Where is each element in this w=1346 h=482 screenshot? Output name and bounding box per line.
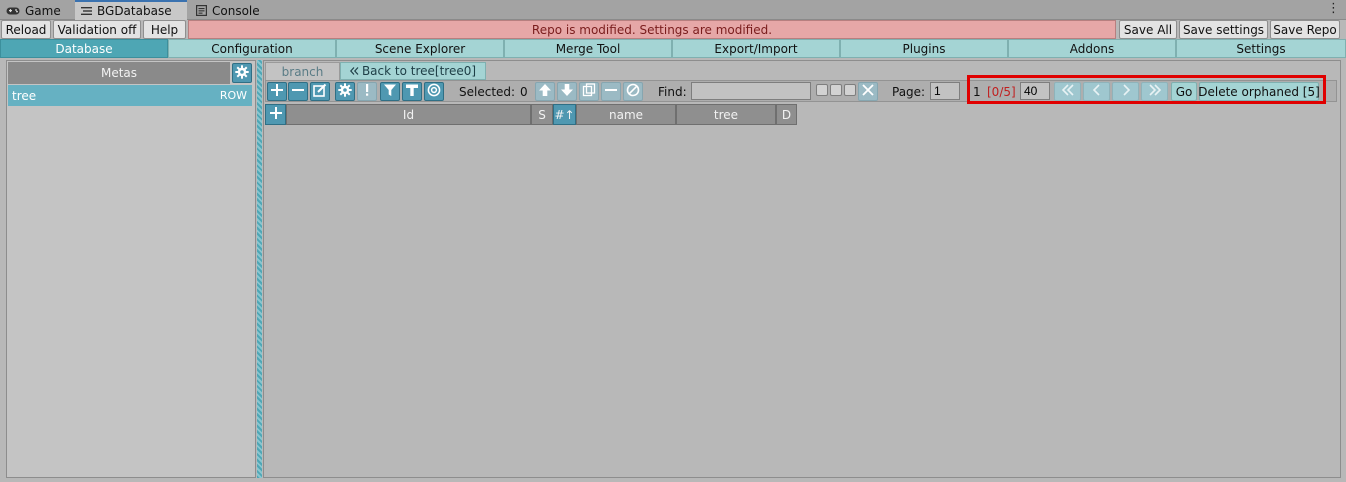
status-banner: Repo is modified. Settings are modified. [188,20,1116,39]
minus-icon [604,83,618,100]
back-to-tree-label: Back to tree[tree0] [361,64,477,78]
delete-row-button[interactable] [288,82,308,101]
block-icon [626,83,640,100]
tab-scene-explorer[interactable]: Scene Explorer [336,39,504,58]
arrow-down-icon [560,83,574,100]
metas-settings-button[interactable] [232,63,252,83]
console-icon [196,5,207,16]
move-down-button[interactable] [557,82,577,101]
validation-toggle-button[interactable]: Validation off [53,20,141,39]
column-header-sort[interactable]: #↑ [553,104,576,125]
page-label: Page: [892,84,926,99]
gear-icon [338,83,352,100]
remove-selected-button[interactable] [601,82,621,101]
add-column-button[interactable] [265,104,286,125]
meta-name: tree [12,88,37,103]
window-tab-bgdatabase[interactable]: BGDatabase [75,0,187,20]
move-up-button[interactable] [535,82,555,101]
t-shape-icon [405,83,419,100]
target-button[interactable] [424,82,444,101]
grid-settings-button[interactable] [335,82,355,101]
window-tab-label: Console [212,3,260,18]
column-header-name[interactable]: name [576,104,676,125]
metas-panel [6,60,256,478]
save-repo-button[interactable]: Save Repo [1270,20,1340,39]
edit-icon [313,83,327,100]
meta-row-tree[interactable]: tree ROW [8,85,252,106]
clear-find-button[interactable] [858,82,878,101]
add-row-button[interactable] [267,82,287,101]
metas-header: Metas [8,62,230,84]
column-header-tree[interactable]: tree [676,104,776,125]
window-tab-label: BGDatabase [97,4,172,18]
exclamation-icon [360,83,374,100]
filter-icon [383,83,397,100]
tab-database[interactable]: Database [0,39,168,58]
more-options-icon[interactable]: ⋮ [1327,2,1340,16]
tab-settings[interactable]: Settings [1176,39,1346,58]
find-option-checkbox-2[interactable] [830,84,842,96]
filter-button[interactable] [380,82,400,101]
window-tab-console[interactable]: Console [190,1,268,20]
find-option-checkbox-1[interactable] [816,84,828,96]
save-settings-button[interactable]: Save settings [1179,20,1268,39]
reload-button[interactable]: Reload [1,20,51,39]
arrow-up-icon [538,83,552,100]
page-input[interactable] [930,82,960,100]
column-header-s[interactable]: S [531,104,553,125]
copy-icon [582,83,596,100]
selected-label: Selected: [459,84,516,99]
back-to-tree-button[interactable]: Back to tree[tree0] [340,62,486,80]
edit-rows-button[interactable] [310,82,330,101]
tab-branch[interactable]: branch [265,62,340,80]
column-header-id[interactable]: Id [286,104,531,125]
save-all-button[interactable]: Save All [1119,20,1177,39]
window-tab-game[interactable]: Game [0,1,69,20]
tab-plugins[interactable]: Plugins [840,39,1008,58]
tab-configuration[interactable]: Configuration [168,39,336,58]
column-header-d[interactable]: D [776,104,797,125]
list-icon [81,6,92,16]
help-button[interactable]: Help [143,20,186,39]
validation-errors-button[interactable] [357,82,377,101]
gear-icon [235,64,249,82]
selected-count: 0 [520,84,528,99]
plus-icon [269,106,283,123]
tab-export-import[interactable]: Export/Import [672,39,840,58]
clear-selection-button[interactable] [623,82,643,101]
copy-button[interactable] [579,82,599,101]
tab-addons[interactable]: Addons [1008,39,1176,58]
meta-type-badge: ROW [219,89,247,102]
find-option-checkbox-3[interactable] [844,84,856,96]
highlight-box [967,75,1326,104]
gamepad-icon [6,6,20,16]
find-input[interactable] [691,82,811,100]
plus-icon [270,83,284,100]
target-icon [427,83,441,100]
format-button[interactable] [402,82,422,101]
find-label: Find: [658,84,687,99]
double-chevron-left-icon [349,64,359,78]
window-tab-label: Game [25,3,61,18]
tab-merge-tool[interactable]: Merge Tool [504,39,672,58]
panel-splitter[interactable] [257,60,262,478]
minus-icon [291,83,305,100]
close-icon [861,83,875,100]
